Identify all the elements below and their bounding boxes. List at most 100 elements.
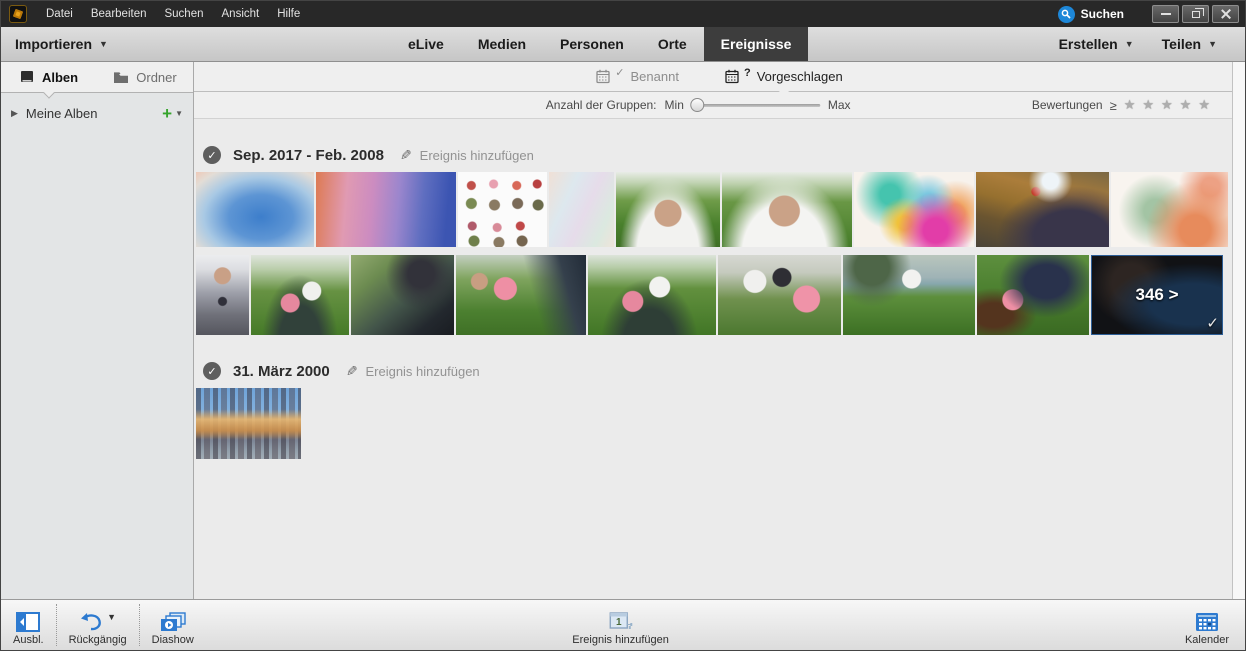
menu-ansicht[interactable]: Ansicht <box>213 1 269 27</box>
my-albums-row[interactable]: ▶ Meine Alben + ▼ <box>1 93 193 122</box>
photo-thumbnail-family-closeup[interactable] <box>718 255 841 335</box>
calendar-icon <box>1195 612 1219 632</box>
undo-icon <box>79 612 103 632</box>
svg-text:1: 1 <box>616 617 622 628</box>
tab-ereignisse[interactable]: Ereignisse <box>704 27 809 61</box>
hide-panel-button[interactable]: Ausbl. <box>1 600 56 650</box>
photo-thumbnail-nyc-skyline[interactable] <box>196 388 301 459</box>
search-button[interactable]: Suchen <box>1058 6 1124 23</box>
chevron-down-icon: ▼ <box>175 109 183 118</box>
calendar-suggested-icon <box>725 69 741 84</box>
photo-thumbnail-overshoulder-phone[interactable] <box>351 255 454 335</box>
calendar-button[interactable]: Kalender <box>1173 600 1241 650</box>
thumb-check-icon[interactable]: ✓ <box>1206 314 1219 332</box>
menu-bearbeiten[interactable]: Bearbeiten <box>82 1 156 27</box>
minimize-button[interactable] <box>1152 5 1179 23</box>
photo-thumbnail-family-phone-closeup[interactable] <box>456 255 586 335</box>
suggested-tab-label: Vorgeschlagen <box>757 69 843 84</box>
groups-slider[interactable] <box>692 104 820 107</box>
undo-button[interactable]: ▼ Rückgängig <box>57 600 139 650</box>
tab-suggested-events[interactable]: ? Vorgeschlagen <box>725 62 843 91</box>
photo-thumbnail-blue-watercolor[interactable] <box>196 172 314 247</box>
question-mark: ? <box>744 67 751 79</box>
event-group-title: Sep. 2017 - Feb. 2008 <box>233 147 384 164</box>
edit-pencil-icon[interactable]: ✎ <box>400 147 412 164</box>
taskbar: Ausbl. ▼ Rückgängig Diashow 1 Ereignis h… <box>1 599 1245 650</box>
tab-albums[interactable]: Alben <box>1 62 97 92</box>
folders-tab-label: Ordner <box>136 70 176 85</box>
navbar: Importieren ▼ eLiveMedienPersonenOrteEre… <box>1 27 1245 62</box>
slider-knob[interactable] <box>690 98 704 112</box>
chevron-down-icon[interactable]: ▼ <box>107 612 116 622</box>
event-group: ✓31. März 2000✎Ereignis hinzufügen <box>196 362 1245 459</box>
chevron-down-icon: ▼ <box>1208 39 1217 49</box>
close-icon <box>1221 9 1231 19</box>
expand-triangle-icon[interactable]: ▶ <box>11 108 18 119</box>
stack-count-label[interactable]: 346 > <box>1092 285 1222 305</box>
photo-thumbnail-flower-vases[interactable] <box>458 172 547 247</box>
group-check-icon[interactable]: ✓ <box>203 362 221 380</box>
thumbnail-row: 346 > ✓ <box>196 255 1245 335</box>
my-albums-label: Meine Alben <box>26 106 98 121</box>
rating-stars[interactable]: ★★★★★ <box>1124 97 1217 113</box>
min-label: Min <box>665 98 684 112</box>
tab-personen[interactable]: Personen <box>543 27 641 61</box>
slideshow-button[interactable]: Diashow <box>140 600 206 650</box>
group-check-icon[interactable]: ✓ <box>203 146 221 164</box>
titlebar: DateiBearbeitenSuchenAnsichtHilfe Suchen <box>1 1 1245 27</box>
filterbar: Anzahl der Gruppen: Min Max Bewertungen … <box>194 92 1245 119</box>
share-button[interactable]: Teilen ▼ <box>1152 36 1227 52</box>
photo-thumbnail-kneeling-father[interactable] <box>843 255 975 335</box>
photo-thumbnail-mountain-biker[interactable] <box>976 172 1109 247</box>
slideshow-icon <box>159 612 187 632</box>
import-button[interactable]: Importieren ▼ <box>1 27 122 61</box>
edit-pencil-icon[interactable]: ✎ <box>346 363 358 380</box>
restore-button[interactable] <box>1182 5 1209 23</box>
photo-thumbnail-family-selfie-1[interactable] <box>251 255 349 335</box>
menu-suchen[interactable]: Suchen <box>155 1 212 27</box>
create-label: Erstellen <box>1059 36 1118 52</box>
tab-named-events[interactable]: ✓ Benannt <box>596 62 679 91</box>
album-icon <box>20 70 35 84</box>
check-mark: ✓ <box>615 66 624 79</box>
tab-medien[interactable]: Medien <box>461 27 543 61</box>
photo-thumbnail-pastel-watercolor[interactable] <box>549 172 614 247</box>
thumbnail-row <box>196 172 1245 247</box>
menu-datei[interactable]: Datei <box>37 1 82 27</box>
search-label: Suchen <box>1081 7 1124 21</box>
slideshow-label: Diashow <box>152 634 194 646</box>
events-list: ✓ Sep. 2017 - Feb. 2008 ✎ Ereignis hinzufüg… <box>194 119 1245 599</box>
plus-icon: + <box>162 105 172 122</box>
photo-thumbnail-suit-portrait[interactable] <box>196 255 249 335</box>
photo-thumbnail-man-smiling-1[interactable] <box>616 172 720 247</box>
photo-thumbnail-pink-blue-watercolor[interactable] <box>316 172 456 247</box>
photo-thumbnail-man-smiling-2[interactable] <box>722 172 852 247</box>
share-label: Teilen <box>1162 36 1201 52</box>
close-button[interactable] <box>1212 5 1239 23</box>
events-subtabs: ✓ Benannt ? Vorgeschlagen <box>194 62 1245 92</box>
add-event-link[interactable]: Ereignis hinzufügen <box>365 364 479 379</box>
chevron-down-icon: ▼ <box>99 39 108 49</box>
folder-icon <box>113 71 129 84</box>
add-event-link[interactable]: Ereignis hinzufügen <box>420 148 534 163</box>
create-button[interactable]: Erstellen ▼ <box>1049 36 1144 52</box>
photo-thumbnail-family-lying[interactable] <box>977 255 1089 335</box>
event-group: ✓ Sep. 2017 - Feb. 2008 ✎ Ereignis hinzufüg… <box>196 146 1245 335</box>
menu-hilfe[interactable]: Hilfe <box>268 1 309 27</box>
photo-thumbnail-colorful-paint[interactable] <box>854 172 974 247</box>
add-event-label: Ereignis hinzufügen <box>572 634 669 646</box>
add-event-button[interactable]: 1 Ereignis hinzufügen <box>560 600 681 650</box>
photo-thumbnail-green-orange-watercolor[interactable] <box>1111 172 1228 247</box>
photo-thumbnail-stack-more[interactable]: 346 > ✓ <box>1091 255 1223 335</box>
tab-folders[interactable]: Ordner <box>97 62 193 92</box>
tab-orte[interactable]: Orte <box>641 27 704 61</box>
tab-elive[interactable]: eLive <box>391 27 461 61</box>
search-icon <box>1058 6 1075 23</box>
menubar: DateiBearbeitenSuchenAnsichtHilfe <box>37 1 309 27</box>
add-event-icon: 1 <box>608 611 634 632</box>
nav-tabs: eLiveMedienPersonenOrteEreignisse <box>391 27 808 61</box>
scrollbar[interactable] <box>1232 62 1245 599</box>
add-album-button[interactable]: + ▼ <box>162 105 183 122</box>
photo-thumbnail-family-selfie-2[interactable] <box>588 255 716 335</box>
minimize-icon <box>1161 13 1171 15</box>
